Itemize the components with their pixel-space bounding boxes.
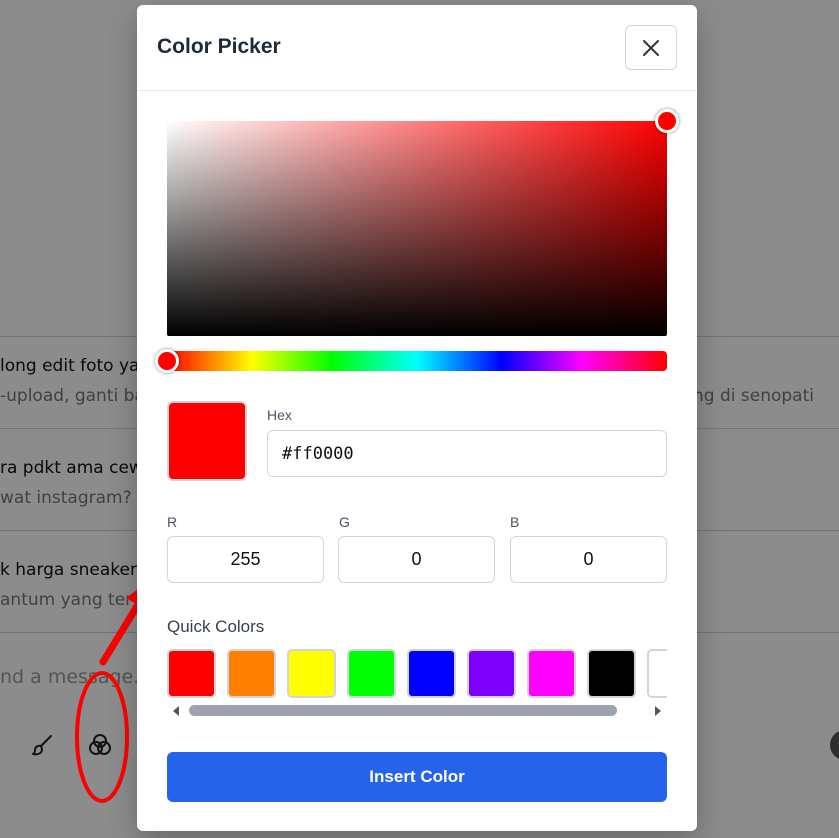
quick-colors-label: Quick Colors — [167, 617, 265, 636]
b-label: B — [510, 514, 520, 530]
close-icon — [643, 39, 659, 56]
close-button[interactable] — [625, 25, 677, 70]
quick-colors-scrollbar[interactable] — [167, 703, 667, 719]
quick-color-swatch[interactable] — [227, 649, 276, 698]
b-input[interactable] — [510, 536, 667, 583]
hex-input[interactable] — [267, 430, 667, 477]
scroll-left-arrow-icon[interactable] — [173, 706, 179, 716]
quick-color-swatch[interactable] — [467, 649, 516, 698]
quick-color-swatch[interactable] — [647, 649, 667, 698]
color-preview-swatch — [167, 401, 247, 481]
hue-slider[interactable] — [167, 351, 667, 371]
hue-handle[interactable] — [155, 349, 179, 373]
dialog-header: Color Picker — [137, 5, 697, 91]
quick-color-swatch[interactable] — [287, 649, 336, 698]
quick-color-swatch[interactable] — [407, 649, 456, 698]
quick-colors-strip[interactable] — [167, 649, 667, 699]
quick-color-swatch[interactable] — [527, 649, 576, 698]
scroll-right-arrow-icon[interactable] — [655, 706, 661, 716]
scroll-thumb[interactable] — [189, 705, 617, 716]
insert-color-button[interactable]: Insert Color — [167, 752, 667, 802]
r-input[interactable] — [167, 536, 324, 583]
hex-label: Hex — [267, 407, 292, 423]
saturation-value-handle[interactable] — [655, 109, 679, 133]
color-picker-dialog: Color Picker Hex R G B Quick Colors Inse… — [137, 5, 697, 831]
r-label: R — [167, 514, 178, 530]
g-input[interactable] — [338, 536, 495, 583]
quick-color-swatch[interactable] — [587, 649, 636, 698]
g-label: G — [339, 514, 350, 530]
quick-color-swatch[interactable] — [347, 649, 396, 698]
quick-color-swatch[interactable] — [167, 649, 216, 698]
dialog-title: Color Picker — [157, 35, 281, 58]
saturation-value-area[interactable] — [167, 121, 667, 336]
